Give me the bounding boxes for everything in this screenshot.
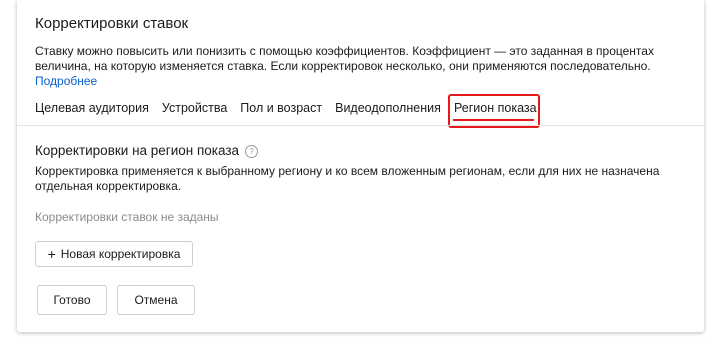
plus-icon: + [47, 246, 56, 262]
panel-description: Ставку можно повысить или понизить с пом… [35, 44, 655, 89]
tab-gender-age[interactable]: Пол и возраст [240, 97, 322, 119]
help-question-icon[interactable]: ? [245, 144, 259, 158]
more-link[interactable]: Подробнее [35, 74, 97, 88]
highlight-box [448, 94, 540, 128]
tab-video-extensions[interactable]: Видеодополнения [335, 97, 441, 119]
bid-adjustments-panel: Корректировки ставок Ставку можно повыси… [17, 0, 704, 332]
section-title: Корректировки на регион показа ? [35, 142, 685, 160]
adjustment-tabs: Целевая аудитория Устройства Пол и возра… [35, 94, 540, 128]
panel-title: Корректировки ставок [35, 15, 189, 32]
empty-state-note: Корректировки ставок не заданы [35, 210, 219, 224]
tab-devices[interactable]: Устройства [162, 97, 227, 119]
section-description: Корректировка применяется к выбранному р… [35, 164, 660, 193]
new-adjustment-button[interactable]: + Новая корректировка [35, 241, 193, 267]
tab-target-audience[interactable]: Целевая аудитория [35, 97, 149, 119]
cancel-button[interactable]: Отмена [117, 285, 195, 315]
section-title-text: Корректировки на регион показа [35, 143, 240, 158]
tabs-divider [17, 125, 704, 126]
region-section: Корректировки на регион показа ? Коррект… [35, 142, 685, 194]
new-adjustment-label: Новая корректировка [60, 247, 181, 261]
panel-header: Корректировки ставок Ставку можно повыси… [17, 0, 704, 89]
panel-description-text: Ставку можно повысить или понизить с пом… [35, 44, 654, 73]
done-button[interactable]: Готово [37, 285, 107, 315]
